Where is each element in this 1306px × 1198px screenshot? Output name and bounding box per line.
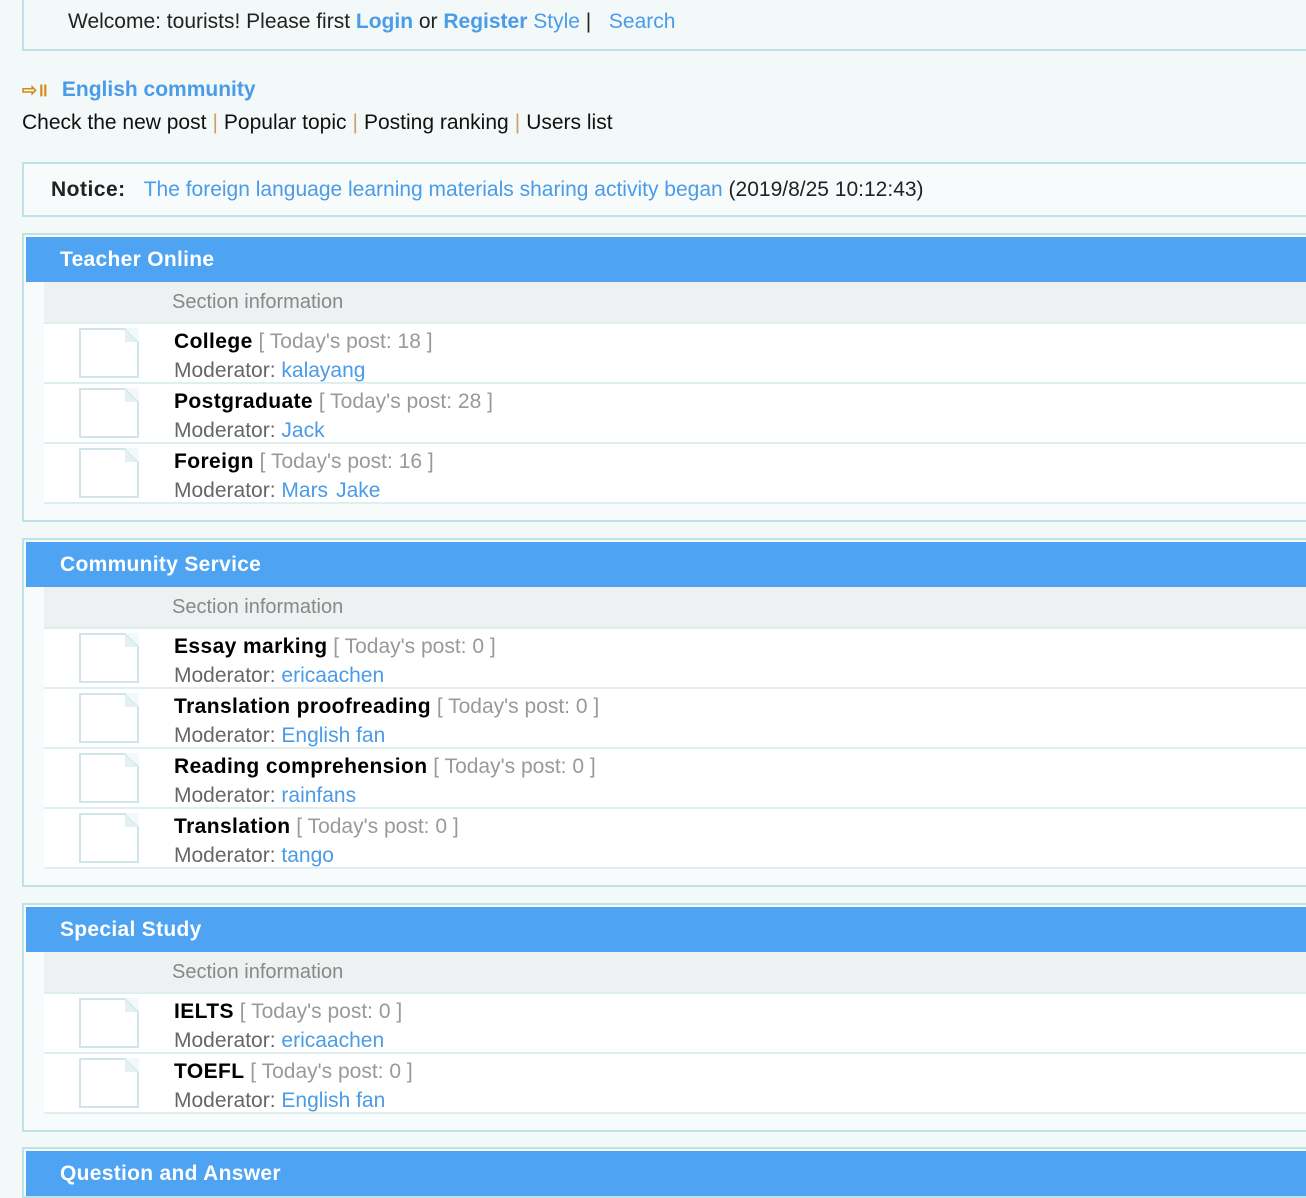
forum-name[interactable]: TOEFL: [174, 1060, 244, 1083]
forum-row: IELTS [ Today's post: 0 ] Moderator: eri…: [44, 994, 1306, 1054]
arrow-icon: ⇨॥: [22, 80, 48, 100]
forum-section: Teacher Online Section information Colleg…: [22, 233, 1306, 522]
post-count: 0: [572, 755, 585, 778]
document-icon: [79, 813, 139, 863]
todays-post: [ Today's post: 0 ]: [333, 635, 496, 658]
forum-name[interactable]: Reading comprehension: [174, 755, 427, 778]
nav-links: Check the new post | Popular topic | Posting…: [22, 111, 613, 134]
or-text: or: [413, 10, 444, 33]
post-count: 0: [575, 695, 588, 718]
document-icon: [79, 328, 139, 378]
community-title: ⇨॥ English community: [22, 78, 256, 102]
document-icon: [79, 388, 139, 438]
style-link[interactable]: Style: [527, 10, 580, 33]
document-icon: [79, 998, 139, 1048]
moderator-link[interactable]: Jake: [336, 479, 380, 502]
nav-link-users[interactable]: Users list: [526, 111, 612, 134]
section-header[interactable]: Special Study: [26, 907, 1306, 952]
forum-row: Translation proofreading [ Today's post:…: [44, 689, 1306, 749]
separator: |: [579, 10, 603, 33]
moderator-link[interactable]: English fan: [281, 724, 385, 747]
nav-link-new-post[interactable]: Check the new post: [22, 111, 206, 134]
section-info-header: Section information: [44, 952, 1306, 994]
todays-post: [ Today's post: 0 ]: [436, 695, 600, 718]
nav-link-popular[interactable]: Popular topic: [224, 111, 347, 134]
top-bar: Welcome: tourists! Please first Login or…: [22, 0, 1306, 51]
post-count: 0: [435, 815, 448, 838]
login-link[interactable]: Login: [356, 10, 413, 33]
register-link[interactable]: Register: [443, 10, 527, 33]
document-icon: [79, 693, 139, 743]
moderator-link[interactable]: ericaachen: [281, 1029, 384, 1052]
forum-section: Community Service Section information Ess…: [22, 538, 1306, 887]
moderator-label: Moderator:: [174, 479, 282, 502]
document-icon: [79, 753, 139, 803]
post-count: 16: [398, 450, 423, 473]
section-info-header: Section information: [44, 587, 1306, 629]
notice-time: (2019/8/25 10:12:43): [722, 178, 924, 201]
post-count: 0: [472, 635, 485, 658]
todays-post: [ Today's post: 0 ]: [296, 815, 459, 838]
section-header[interactable]: Question and Answer: [26, 1151, 1306, 1196]
moderator-link[interactable]: kalayang: [281, 359, 365, 382]
moderator-link[interactable]: Jack: [281, 419, 324, 442]
forum-section: Question and Answer: [22, 1147, 1306, 1198]
moderator-link[interactable]: ericaachen: [281, 664, 384, 687]
todays-post: [ Today's post: 0 ]: [250, 1060, 413, 1083]
nav-link-ranking[interactable]: Posting ranking: [364, 111, 509, 134]
section-info-header: Section information: [44, 282, 1306, 324]
moderator-label: Moderator:: [174, 1089, 282, 1112]
post-count: 0: [389, 1060, 402, 1083]
forum-row: Essay marking [ Today's post: 0 ] Modera…: [44, 629, 1306, 689]
forum-row: Reading comprehension [ Today's post: 0 …: [44, 749, 1306, 809]
welcome-text: Welcome: tourists! Please first: [68, 10, 356, 33]
community-link[interactable]: English community: [62, 78, 256, 102]
post-count: 18: [397, 330, 421, 353]
forum-row: Foreign [ Today's post: 16 ] Moderator: …: [44, 444, 1306, 504]
moderator-label: Moderator:: [174, 1029, 282, 1052]
todays-post: [ Today's post: 28 ]: [318, 390, 493, 413]
forum-row: College [ Today's post: 18 ] Moderator: …: [44, 324, 1306, 384]
forum-section: Special Study Section information IELTS […: [22, 903, 1306, 1132]
todays-post: [ Today's post: 0 ]: [433, 755, 596, 778]
forum-name[interactable]: IELTS: [174, 1000, 234, 1023]
moderator-label: Moderator:: [174, 844, 282, 867]
notice-bar: Notice: The foreign language learning mat…: [22, 162, 1306, 217]
moderator-label: Moderator:: [174, 664, 282, 687]
notice-link[interactable]: The foreign language learning materials …: [144, 178, 723, 201]
moderator-label: Moderator:: [174, 724, 282, 747]
section-header[interactable]: Community Service: [26, 542, 1306, 587]
forum-row: Translation [ Today's post: 0 ] Moderato…: [44, 809, 1306, 869]
todays-post: [ Today's post: 0 ]: [239, 1000, 403, 1023]
todays-post: [ Today's post: 16 ]: [259, 450, 434, 473]
forum-name[interactable]: Translation proofreading: [174, 695, 431, 718]
moderator-label: Moderator:: [174, 784, 282, 807]
notice-label: Notice:: [51, 178, 126, 201]
moderator-label: Moderator:: [174, 359, 282, 382]
forum-name[interactable]: Essay marking: [174, 635, 327, 658]
search-link[interactable]: Search: [609, 10, 676, 33]
moderator-link[interactable]: tango: [281, 844, 334, 867]
forum-name[interactable]: Postgraduate: [174, 390, 313, 413]
forum-row: TOEFL [ Today's post: 0 ] Moderator: Eng…: [44, 1054, 1306, 1114]
document-icon: [79, 1058, 139, 1108]
moderator-link[interactable]: English fan: [281, 1089, 385, 1112]
moderator-link[interactable]: rainfans: [281, 784, 356, 807]
forum-name[interactable]: Foreign: [174, 450, 254, 473]
section-header[interactable]: Teacher Online: [26, 237, 1306, 282]
moderator-link[interactable]: Mars: [281, 479, 328, 502]
post-count: 28: [457, 390, 482, 413]
moderator-label: Moderator:: [174, 419, 282, 442]
post-count: 0: [378, 1000, 391, 1023]
document-icon: [79, 633, 139, 683]
forum-row: Postgraduate [ Today's post: 28 ] Modera…: [44, 384, 1306, 444]
todays-post: [ Today's post: 18 ]: [258, 330, 433, 353]
document-icon: [79, 448, 139, 498]
forum-name[interactable]: Translation: [174, 815, 290, 838]
forum-name[interactable]: College: [174, 330, 253, 353]
